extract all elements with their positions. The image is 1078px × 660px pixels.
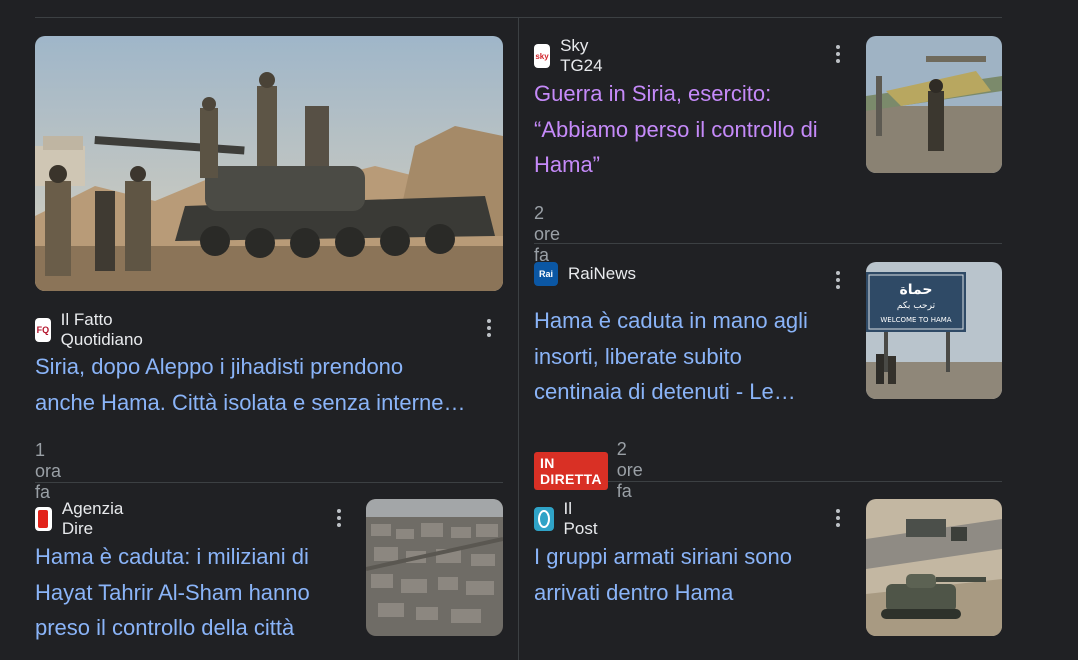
source-name: RaiNews	[568, 264, 637, 283]
headline-line-3: preso il controllo della città	[35, 615, 295, 640]
fatto-quotidiano-logo-icon: FQ	[35, 318, 51, 342]
sky-tg24-logo-icon: sky	[534, 44, 551, 68]
article-headline[interactable]: Guerra in Siria, esercito: “Abbiamo pers…	[534, 76, 854, 183]
article-image-road-tank[interactable]	[866, 499, 1002, 636]
timestamp: 1 ora fa	[35, 440, 62, 502]
article-image-hama-sign[interactable]: حماة ترحب بكم WELCOME TO HAMA	[866, 262, 1002, 399]
agenzia-dire-logo-icon	[35, 507, 52, 531]
headline-line-1: I gruppi armati siriani sono	[534, 544, 793, 569]
article-image-airfield-fighter[interactable]	[866, 36, 1002, 173]
headline-line-2: anche Hama. Città isolata e senza intern…	[35, 389, 466, 415]
source-row: Agenzia Dire	[35, 499, 130, 539]
headline-line-1: Siria, dopo Aleppo i jihadisti prendono	[35, 354, 404, 379]
source-name: Il Post	[563, 499, 598, 538]
article-image-city-aerial[interactable]	[366, 499, 503, 636]
rainews-logo-icon: Rai	[534, 262, 558, 286]
source-name: Il Fatto Quotidiano	[60, 310, 143, 349]
source-row: FQ Il Fatto Quotidiano	[35, 310, 151, 350]
sign-arabic-text: حماة	[900, 282, 933, 298]
source-row: Il Post	[534, 499, 602, 539]
article-headline[interactable]: Hama è caduta in mano agli insorti, libe…	[534, 303, 854, 410]
headline-line-3: Hama”	[534, 152, 601, 177]
headline-line-3: centinaia di detenuti - Le…	[534, 379, 796, 404]
row-divider-right-1	[534, 243, 1002, 244]
live-badge: IN DIRETTA	[534, 451, 608, 490]
source-name: Agenzia Dire	[61, 499, 124, 538]
row-divider-left	[35, 482, 503, 483]
sign-arabic-subtext: ترحب بكم	[897, 301, 936, 311]
sign-english-text: WELCOME TO HAMA	[880, 316, 951, 324]
headline-line-2: “Abbiamo perso il controllo di	[534, 116, 818, 142]
headline-line-2: arrivati dentro Hama	[534, 579, 734, 605]
more-options-icon[interactable]	[477, 316, 501, 340]
headline-line-1: Hama è caduta in mano agli	[534, 308, 808, 333]
il-post-logo-icon	[534, 507, 554, 531]
headline-line-2: Hayat Tahrir Al-Sham hanno	[35, 579, 310, 605]
article-headline[interactable]: Hama è caduta: i miliziani di Hayat Tahr…	[35, 539, 355, 646]
more-options-icon[interactable]	[826, 268, 850, 292]
more-options-icon[interactable]	[327, 506, 351, 530]
article-image-tank-fighters[interactable]	[35, 36, 503, 291]
source-row: sky Sky TG24	[534, 36, 611, 76]
timestamp: 2 ore fa	[534, 203, 561, 265]
more-options-icon[interactable]	[826, 42, 850, 66]
timestamp: 2 ore fa	[616, 439, 643, 501]
article-headline[interactable]: I gruppi armati siriani sono arrivati de…	[534, 539, 854, 610]
article-headline[interactable]: Siria, dopo Aleppo i jihadisti prendono …	[35, 349, 510, 420]
headline-line-1: Hama è caduta: i miliziani di	[35, 544, 309, 569]
headline-line-2: insorti, liberate subito	[534, 343, 742, 369]
meta-row: IN DIRETTA 2 ore fa	[534, 439, 643, 502]
headline-line-1: Guerra in Siria, esercito:	[534, 81, 772, 106]
column-divider	[518, 17, 519, 660]
source-name: Sky TG24	[560, 36, 603, 75]
source-row: Rai RaiNews	[534, 262, 636, 286]
more-options-icon[interactable]	[826, 506, 850, 530]
